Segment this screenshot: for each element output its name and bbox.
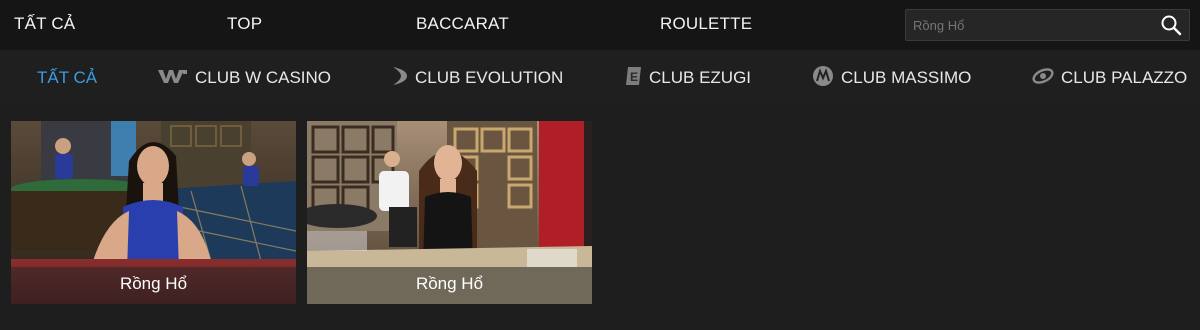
evolution-logo-icon xyxy=(392,66,408,91)
top-navigation-bar: TẤT CẢ TOP BACCARAT ROULETTE xyxy=(0,0,1200,50)
club-tab-label: CLUB MASSIMO xyxy=(841,68,972,87)
club-tab-label: CLUB EVOLUTION xyxy=(415,68,564,87)
grid-icon xyxy=(14,70,30,86)
club-tab-evolution[interactable]: CLUB EVOLUTION xyxy=(392,50,563,106)
ezugi-logo-icon: E xyxy=(625,66,642,91)
club-tab-massimo[interactable]: CLUB MASSIMO xyxy=(812,50,971,106)
top-nav-all[interactable]: TẤT CẢ xyxy=(14,0,75,50)
club-tab-palazzo[interactable]: CLUB PALAZZO xyxy=(1032,50,1187,106)
game-title: Rồng Hổ xyxy=(11,267,296,304)
club-tab-label: CLUB W CASINO xyxy=(195,68,332,87)
palazzo-logo-icon xyxy=(1032,67,1054,90)
massimo-logo-icon xyxy=(812,65,834,92)
club-tab-ezugi[interactable]: E CLUB EZUGI xyxy=(625,50,751,106)
search-box xyxy=(905,9,1190,41)
search-icon[interactable] xyxy=(1160,14,1182,36)
game-card[interactable]: Rồng Hổ xyxy=(11,121,296,304)
game-title: Rồng Hổ xyxy=(307,267,592,304)
club-tab-all[interactable]: TẤT CẢ xyxy=(14,50,97,106)
svg-text:E: E xyxy=(630,70,638,84)
top-nav-baccarat[interactable]: BACCARAT xyxy=(416,0,509,50)
w-casino-logo-icon xyxy=(158,68,188,89)
club-filter-bar: TẤT CẢ CLUB W CASINO CLUB EVOLUTION E CL… xyxy=(0,50,1200,106)
top-nav-top[interactable]: TOP xyxy=(227,0,262,50)
search-input[interactable] xyxy=(906,10,1151,40)
club-tab-label: CLUB EZUGI xyxy=(649,68,752,87)
club-tab-label: TẤT CẢ xyxy=(37,68,98,87)
club-tab-w-casino[interactable]: CLUB W CASINO xyxy=(158,50,331,106)
club-tab-label: CLUB PALAZZO xyxy=(1061,68,1188,87)
top-nav-roulette[interactable]: ROULETTE xyxy=(660,0,752,50)
game-card[interactable]: Rồng Hổ xyxy=(307,121,592,304)
